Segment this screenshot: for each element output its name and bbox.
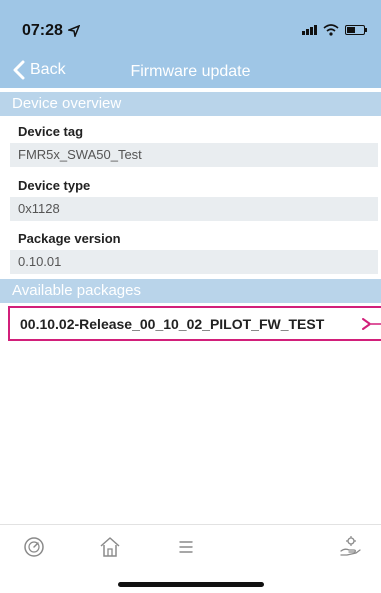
cell-signal-icon: [302, 25, 317, 35]
battery-icon: [345, 25, 367, 35]
location-arrow-icon: [68, 25, 80, 37]
section-header-device-overview: Device overview: [0, 92, 381, 116]
page-title: Firmware update: [130, 63, 251, 80]
device-type-label: Device type: [18, 178, 91, 193]
package-list-item[interactable]: 00.10.02-Release_00_10_02_PILOT_FW_TEST: [8, 306, 381, 341]
home-icon[interactable]: [98, 535, 122, 559]
status-icons: [302, 24, 367, 36]
status-bar: 07:28: [0, 0, 381, 56]
device-tag-label: Device tag: [18, 124, 84, 139]
hand-settings-icon[interactable]: [338, 535, 362, 559]
home-indicator[interactable]: [118, 582, 264, 587]
device-type-value: 0x1128: [10, 197, 378, 221]
chevron-right-icon: [362, 318, 381, 330]
status-time: 07:28: [22, 22, 63, 39]
gauge-icon[interactable]: [22, 535, 46, 559]
wifi-icon: [323, 24, 339, 36]
tab-bar: [0, 524, 381, 570]
package-version-label: Package version: [18, 231, 121, 246]
package-name: 00.10.02-Release_00_10_02_PILOT_FW_TEST: [20, 315, 325, 332]
device-tag-value: FMR5x_SWA50_Test: [10, 143, 378, 167]
section-header-available-packages: Available packages: [0, 279, 381, 303]
package-version-value: 0.10.01: [10, 250, 378, 274]
navigation-bar: Back Firmware update: [0, 56, 381, 88]
menu-icon[interactable]: [174, 535, 198, 559]
